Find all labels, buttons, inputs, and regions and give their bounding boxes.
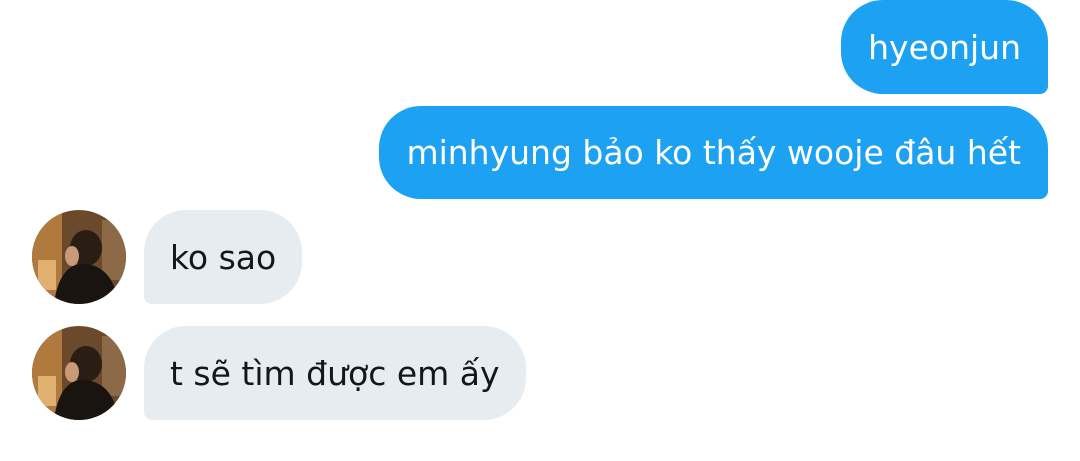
outgoing-message-bubble[interactable]: minhyung bảo ko thấy wooje đâu hết [379,106,1048,199]
message-text: minhyung bảo ko thấy wooje đâu hết [406,133,1021,172]
outgoing-message-bubble[interactable]: hyeonjun [841,0,1048,94]
avatar[interactable] [32,326,126,420]
message-text: hyeonjun [868,27,1021,67]
avatar-photo-icon [32,326,126,420]
incoming-message-bubble[interactable]: ko sao [144,210,303,304]
incoming-message-bubble[interactable]: t sẽ tìm được em ấy [144,326,526,420]
message-text: t sẽ tìm được em ấy [170,353,500,393]
conversation-view: hyeonjun minhyung bảo ko thấy wooje đâu … [0,0,1080,461]
message-text: ko sao [170,237,277,277]
avatar-photo-icon [32,210,126,304]
avatar[interactable] [32,210,126,304]
